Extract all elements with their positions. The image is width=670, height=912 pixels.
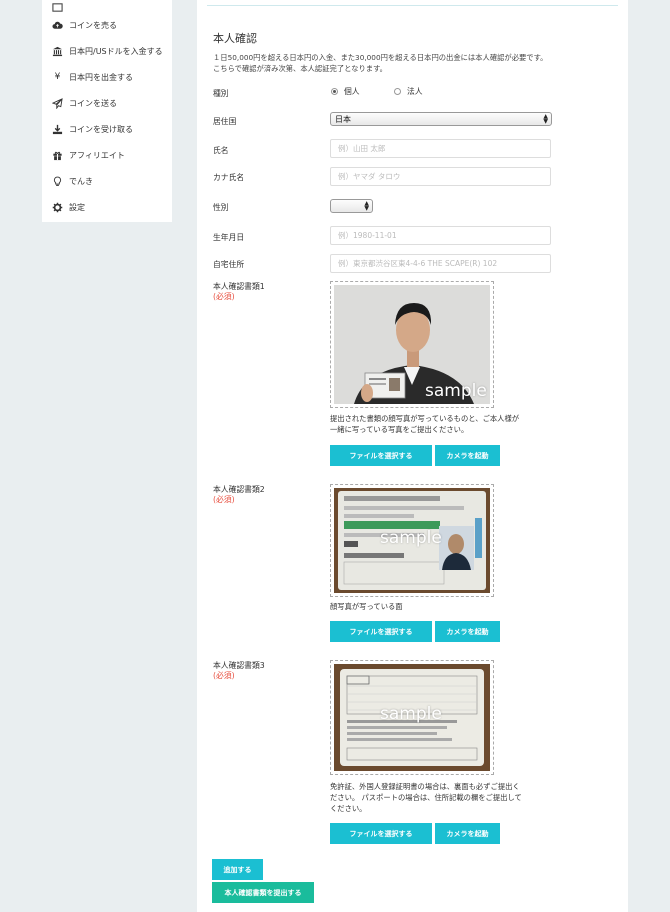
country-label: 居住国 [213, 117, 237, 126]
select-arrows-icon: ▲ ▼ [364, 200, 369, 212]
required-mark: (必須) [213, 495, 235, 504]
lightbulb-icon [52, 176, 63, 187]
sidebar-item-label: 設定 [69, 202, 85, 212]
page-title: 本人確認 [213, 32, 257, 45]
type-label: 種別 [213, 89, 229, 98]
yen-icon: ¥ [54, 72, 61, 82]
sample-watermark: sample [380, 528, 442, 548]
gear-icon [52, 202, 63, 213]
sidebar-item-withdraw[interactable]: ¥ 日本円を出金する [52, 67, 133, 87]
sidebar-item-affiliate[interactable]: アフィリエイト [52, 145, 125, 165]
sidebar: コインを売る 日本円/USドルを入金する ¥ 日本円を出金する コインを送る コ… [42, 0, 172, 222]
kana-name-input[interactable]: 例）ヤマダ タロウ [330, 167, 551, 186]
birthday-label: 生年月日 [213, 233, 245, 242]
description: １日50,000円を超える日本円の入金、また30,000円を超える日本円の出金に… [213, 52, 593, 74]
address-input[interactable]: 例）東京都渋谷区東4-4-6 THE SCAPE(R) 102 [330, 254, 551, 273]
note-line: ください。 [330, 804, 367, 813]
name-label: 氏名 [213, 146, 229, 155]
note-line: 提出された書類の顔写真が写っているものと、ご本人様が [330, 414, 520, 423]
doc1-preview: sample [330, 281, 494, 408]
doc1-file-button[interactable]: ファイルを選択する [330, 445, 432, 466]
sample-watermark: sample [425, 381, 487, 401]
required-mark: (必須) [213, 292, 235, 301]
kana-label: カナ氏名 [213, 173, 245, 182]
sidebar-item-label: コインを受け取る [69, 124, 133, 134]
divider [207, 5, 618, 6]
sidebar-item-sell-coin[interactable]: コインを売る [52, 15, 117, 35]
submit-documents-button[interactable]: 本人確認書類を提出する [212, 882, 314, 903]
cloud-upload-icon [52, 20, 63, 31]
doc2-preview: sample [330, 484, 494, 597]
required-mark: (必須) [213, 671, 235, 680]
doc2-note: 顔写真が写っている面 [330, 601, 560, 612]
sidebar-item-receive-coin[interactable]: コインを受け取る [52, 119, 133, 139]
gender-select[interactable]: ▲ ▼ [330, 199, 373, 213]
country-select[interactable]: 日本 ▲ ▼ [330, 112, 552, 126]
card-icon [52, 2, 63, 13]
doc1-camera-button[interactable]: カメラを起動 [435, 445, 500, 466]
radio-label: 個人 [344, 87, 360, 96]
description-line: こちらで確認が済み次第、本人認証完了となります。 [213, 64, 387, 73]
note-line: ださい。 パスポートの場合は、住所記載の欄をご提出して [330, 793, 522, 802]
type-radio-individual[interactable]: 個人 [331, 86, 360, 97]
doc1-note: 提出された書類の顔写真が写っているものと、ご本人様が 一緒に写っている写真をご提… [330, 413, 560, 435]
sidebar-item-send-coin[interactable]: コインを送る [52, 93, 117, 113]
sidebar-item-label: コインを売る [69, 20, 117, 30]
select-arrows-icon: ▲ ▼ [543, 113, 548, 125]
sample-person-photo: sample [334, 285, 490, 404]
sidebar-item-label: アフィリエイト [69, 150, 125, 160]
sidebar-item-deposit[interactable]: 日本円/USドルを入金する [52, 41, 163, 61]
doc3-note: 免許証、外国人登録証明書の場合は、裏面も必ずご提出く ださい。 パスポートの場合… [330, 781, 560, 814]
sidebar-item-settings[interactable]: 設定 [52, 197, 85, 217]
add-document-button[interactable]: 追加する [212, 859, 263, 880]
gender-label: 性別 [213, 203, 229, 212]
sidebar-item-label: 日本円を出金する [69, 72, 133, 82]
sidebar-item-label: 日本円/USドルを入金する [69, 46, 163, 56]
download-icon [52, 124, 63, 135]
sidebar-item-label: コインを送る [69, 98, 117, 108]
sidebar-item-label: でんき [69, 176, 93, 186]
country-value: 日本 [335, 114, 351, 124]
doc3-camera-button[interactable]: カメラを起動 [435, 823, 500, 844]
doc3-preview: sample [330, 660, 494, 775]
radio-checked-icon[interactable] [331, 88, 338, 95]
radio-label: 法人 [407, 87, 423, 96]
note-line: 一緒に写っている写真をご提出ください。 [330, 425, 469, 434]
address-label: 自宅住所 [213, 260, 245, 269]
doc2-file-button[interactable]: ファイルを選択する [330, 621, 432, 642]
note-line: 免許証、外国人登録証明書の場合は、裏面も必ずご提出く [330, 782, 520, 791]
type-radio-corporate[interactable]: 法人 [394, 86, 423, 97]
bank-icon [52, 46, 63, 57]
description-line: １日50,000円を超える日本円の入金、また30,000円を超える日本円の出金に… [213, 53, 548, 62]
sample-id-front-image: sample [334, 488, 490, 593]
doc3-file-button[interactable]: ファイルを選択する [330, 823, 432, 844]
send-icon [52, 97, 63, 109]
name-input[interactable]: 例）山田 太郎 [330, 139, 551, 158]
identity-verification-panel: 本人確認 １日50,000円を超える日本円の入金、また30,000円を超える日本… [197, 0, 628, 912]
birthday-input[interactable]: 例）1980-11-01 [330, 226, 551, 245]
gift-icon [52, 150, 63, 161]
doc2-camera-button[interactable]: カメラを起動 [435, 621, 500, 642]
note-line: 顔写真が写っている面 [330, 602, 403, 611]
sample-watermark: sample [380, 704, 442, 724]
sidebar-item-electricity[interactable]: でんき [52, 171, 93, 191]
sample-id-back-image: sample [334, 664, 490, 771]
radio-unchecked-icon[interactable] [394, 88, 401, 95]
